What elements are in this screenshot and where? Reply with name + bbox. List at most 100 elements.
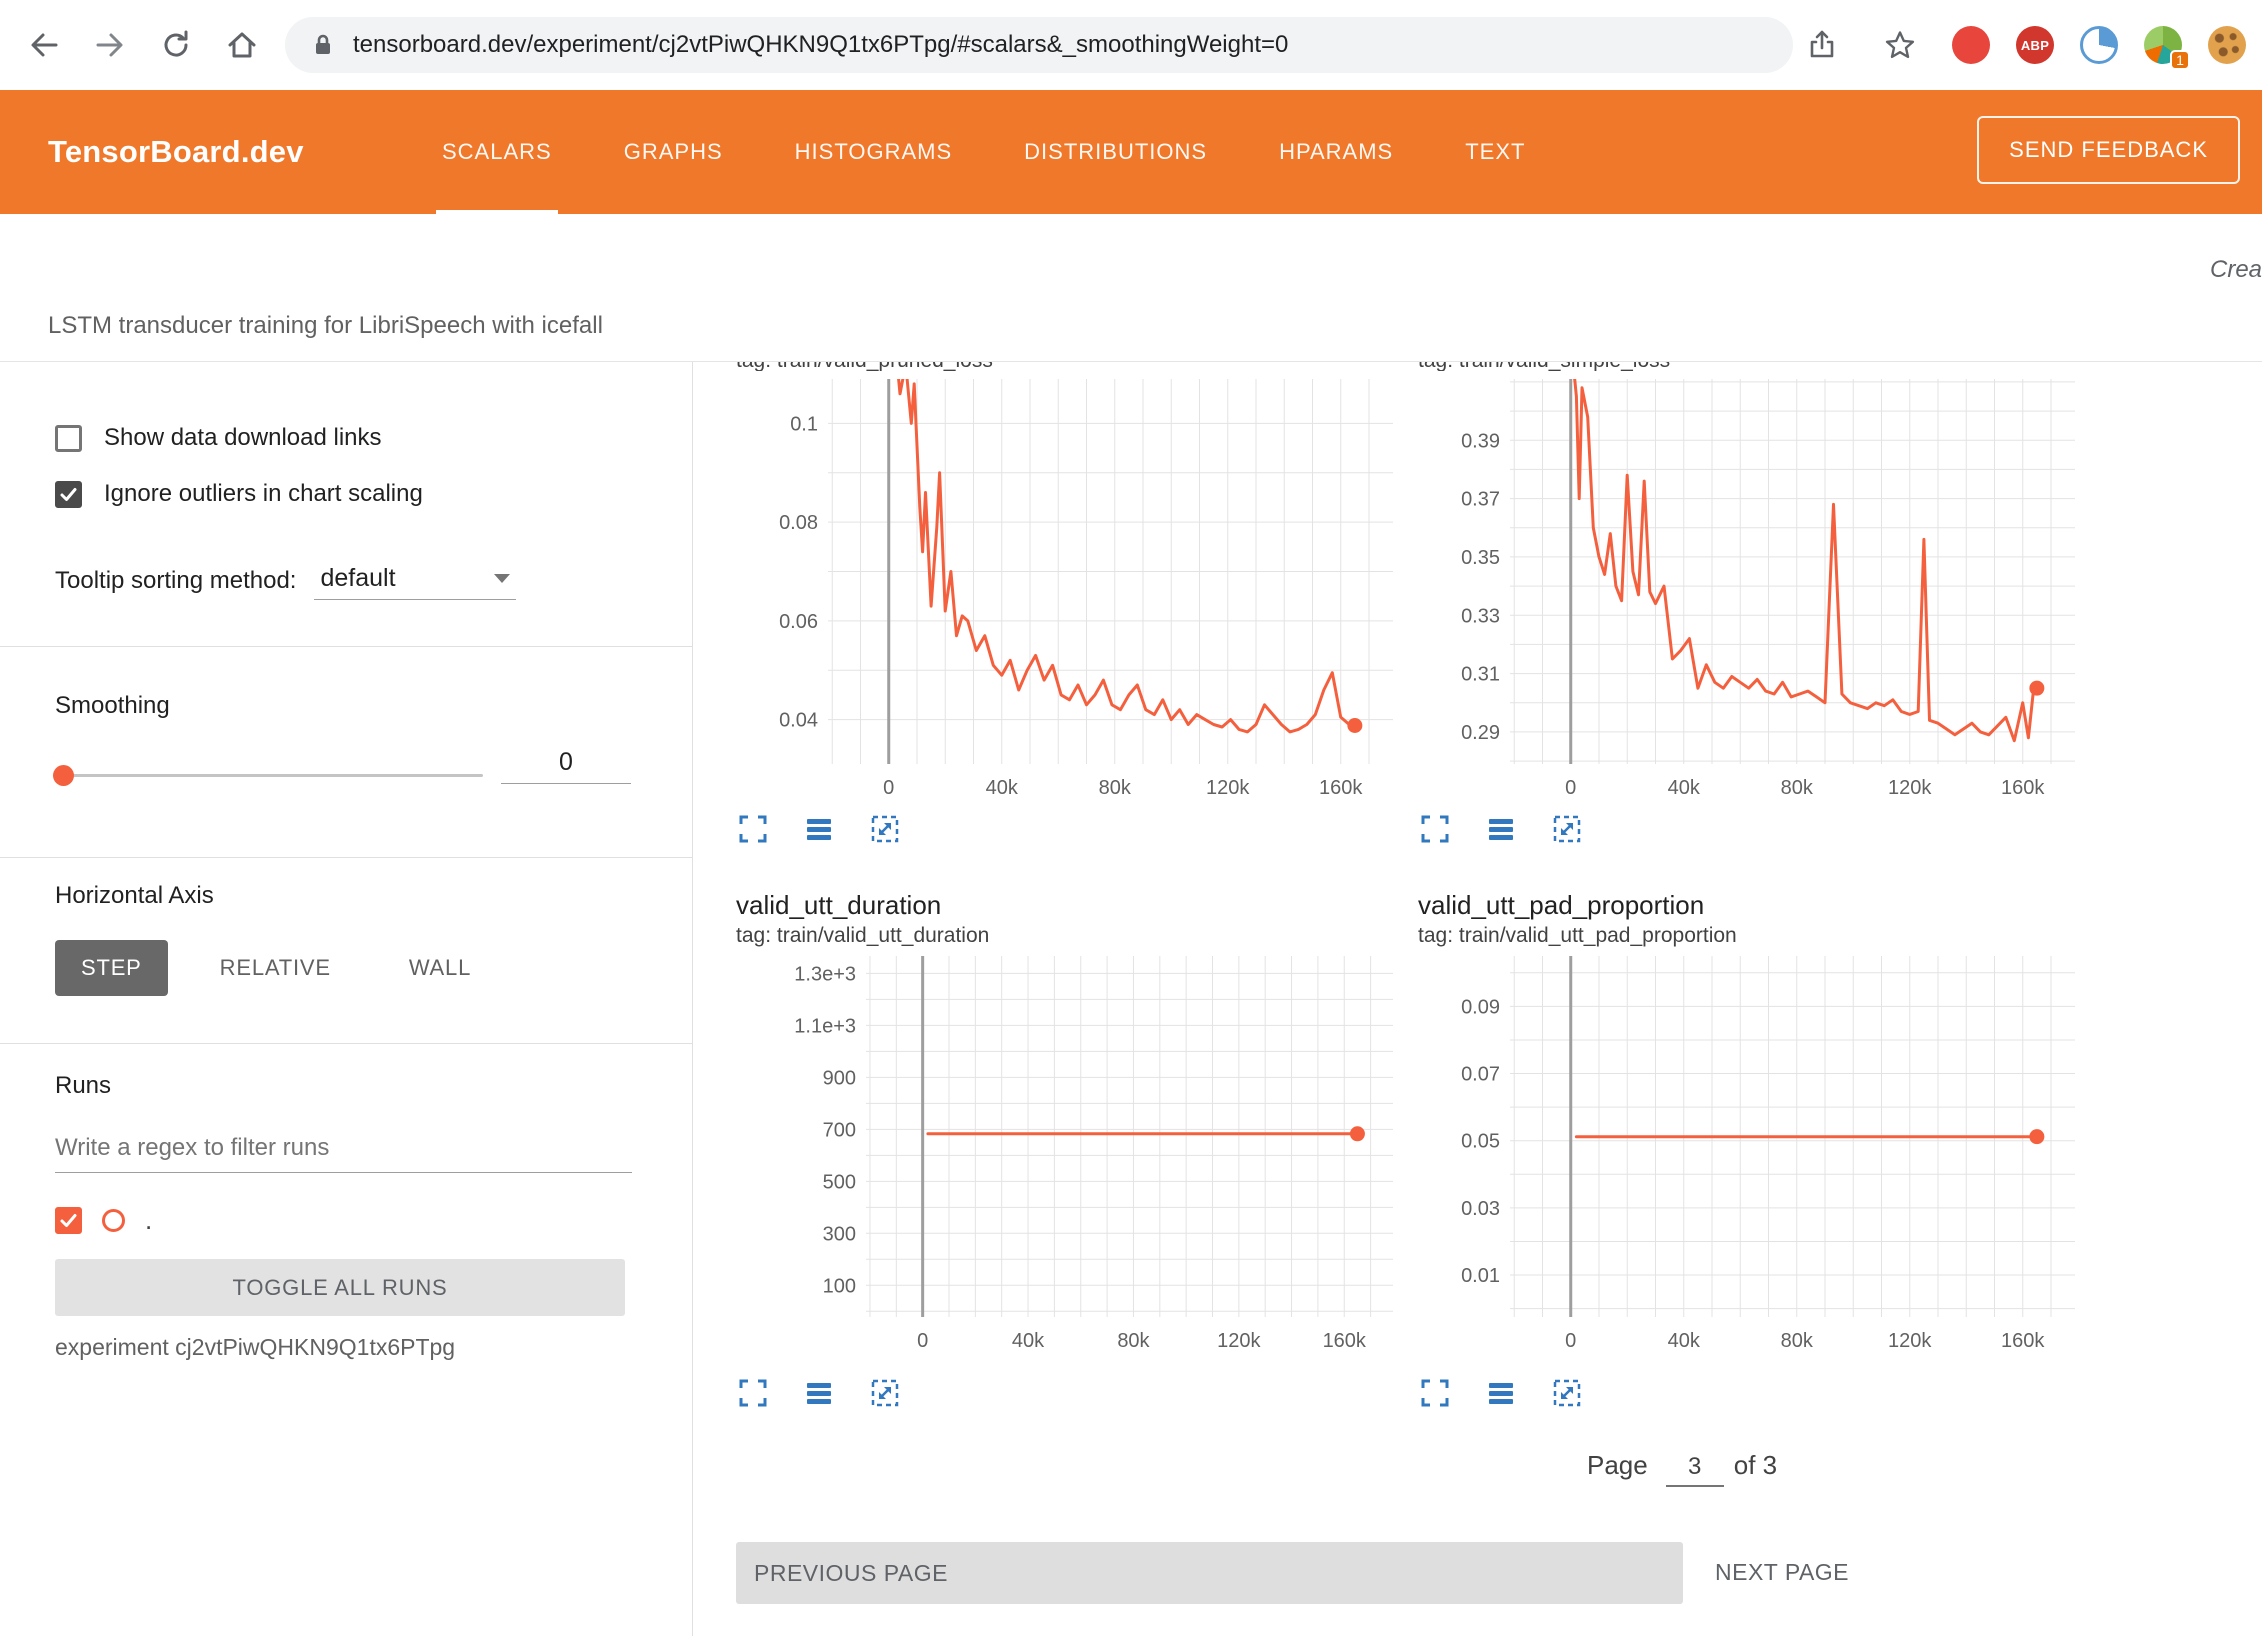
svg-text:40k: 40k [1668, 777, 1701, 799]
page-number-input[interactable] [1666, 1453, 1724, 1487]
lines-icon [1486, 814, 1516, 844]
axis-wall-button[interactable]: WALL [383, 940, 497, 996]
svg-text:0.29: 0.29 [1461, 722, 1500, 744]
svg-text:120k: 120k [1217, 1330, 1261, 1352]
scalar-chart[interactable]: 040k80k120k160k1003005007009001.1e+31.3e… [736, 956, 1397, 1355]
tab-histograms[interactable]: HISTOGRAMS [783, 90, 965, 214]
chart-card-valid-utt-duration: valid_utt_duration tag: train/valid_utt_… [736, 890, 1398, 1355]
abp-extension-icon[interactable]: ABP [2016, 26, 2054, 64]
scalar-chart[interactable]: 040k80k120k160k0.290.310.330.350.370.39 [1418, 379, 2079, 802]
ignore-outliers-checkbox[interactable] [55, 481, 82, 508]
forward-icon [93, 28, 127, 62]
reload-button[interactable] [150, 19, 202, 71]
cookie-extension-icon[interactable] [2208, 26, 2246, 64]
chart-data-button[interactable] [804, 1377, 836, 1409]
star-icon [1884, 29, 1916, 61]
fit-domain-button[interactable] [1552, 1377, 1584, 1409]
fit-domain-button[interactable] [870, 1377, 902, 1409]
tooltip-sorting-select[interactable]: default [314, 562, 516, 600]
back-button[interactable] [18, 19, 70, 71]
fit-domain-icon [1552, 1378, 1582, 1408]
show-download-links-label: Show data download links [104, 424, 382, 452]
previous-page-button[interactable]: PREVIOUS PAGE [736, 1542, 1683, 1604]
smoothing-value-input[interactable] [501, 748, 631, 784]
bookmark-button[interactable] [1874, 19, 1926, 71]
svg-text:0.04: 0.04 [779, 710, 818, 732]
divider [0, 857, 693, 858]
axis-relative-button[interactable]: RELATIVE [194, 940, 357, 996]
fit-domain-button[interactable] [1552, 813, 1584, 845]
smoothing-slider-thumb[interactable] [53, 765, 74, 786]
fit-domain-icon [870, 1378, 900, 1408]
svg-text:1.3e+3: 1.3e+3 [794, 963, 856, 985]
chart-data-button[interactable] [1486, 1377, 1518, 1409]
lines-icon [804, 1378, 834, 1408]
toggle-all-runs-button[interactable]: TOGGLE ALL RUNS [55, 1259, 625, 1316]
tab-distributions[interactable]: DISTRIBUTIONS [1012, 90, 1219, 214]
run-name: . [145, 1205, 152, 1236]
expand-icon [1420, 1378, 1450, 1408]
home-button[interactable] [216, 19, 268, 71]
check-icon [59, 1211, 78, 1230]
fit-domain-icon [870, 814, 900, 844]
smoothing-slider[interactable] [55, 774, 483, 777]
tooltip-sorting-row: Tooltip sorting method: default [55, 562, 516, 600]
chart-tag: tag: train/valid_pruned_loss [736, 362, 1398, 371]
toolbar-right: ABP 1 [1796, 0, 2246, 90]
share-button[interactable] [1796, 19, 1848, 71]
expand-chart-button[interactable] [1420, 1377, 1452, 1409]
chart-title: valid_utt_duration [736, 890, 1398, 920]
runs-regex-input[interactable] [55, 1134, 632, 1173]
tab-text[interactable]: TEXT [1453, 90, 1537, 214]
tooltip-sorting-label: Tooltip sorting method: [55, 567, 296, 595]
runs-label: Runs [55, 1072, 111, 1100]
svg-text:0.31: 0.31 [1461, 664, 1500, 686]
pie-extension-icon[interactable] [2080, 26, 2118, 64]
fit-domain-icon [1552, 814, 1582, 844]
experiment-title: LSTM transducer training for LibriSpeech… [48, 312, 603, 340]
tensorboard-logo[interactable]: TensorBoard.dev [48, 90, 304, 214]
show-download-links-checkbox[interactable] [55, 425, 82, 452]
run-color-swatch[interactable] [102, 1209, 125, 1232]
send-feedback-button[interactable]: SEND FEEDBACK [1977, 116, 2240, 184]
chart-toolbar [738, 1377, 902, 1409]
tab-scalars[interactable]: SCALARS [430, 90, 564, 214]
url-text: tensorboard.dev/experiment/cj2vtPiwQHKN9… [353, 31, 1288, 59]
url-bar[interactable]: tensorboard.dev/experiment/cj2vtPiwQHKN9… [285, 17, 1793, 73]
svg-text:0.08: 0.08 [779, 512, 818, 534]
subheader: Crea LSTM transducer training for LibriS… [0, 214, 2262, 361]
fit-domain-button[interactable] [870, 813, 902, 845]
run-checkbox[interactable] [55, 1207, 82, 1234]
chart-data-button[interactable] [1486, 813, 1518, 845]
svg-text:80k: 80k [1781, 1330, 1814, 1352]
svg-text:160k: 160k [1319, 777, 1363, 799]
ignore-outliers-row: Ignore outliers in chart scaling [55, 480, 423, 508]
browser-toolbar: tensorboard.dev/experiment/cj2vtPiwQHKN9… [0, 0, 2262, 91]
tab-hparams[interactable]: HPARAMS [1267, 90, 1405, 214]
chevron-down-icon [494, 574, 510, 583]
ignore-outliers-label: Ignore outliers in chart scaling [104, 480, 423, 508]
scalar-chart[interactable]: 040k80k120k160k0.040.060.080.1 [736, 379, 1397, 802]
adblock-extension-icon[interactable] [1952, 26, 1990, 64]
profile-avatar[interactable]: 1 [2144, 26, 2182, 64]
tooltip-sorting-value: default [320, 564, 468, 593]
svg-text:0: 0 [883, 777, 894, 799]
forward-button[interactable] [84, 19, 136, 71]
page-label: Page [1587, 1450, 1648, 1481]
svg-text:0.01: 0.01 [1461, 1265, 1500, 1287]
expand-chart-button[interactable] [1420, 813, 1452, 845]
expand-chart-button[interactable] [738, 813, 770, 845]
svg-text:120k: 120k [1888, 777, 1932, 799]
svg-text:160k: 160k [2001, 1330, 2045, 1352]
chart-data-button[interactable] [804, 813, 836, 845]
main-nav: SCALARS GRAPHS HISTOGRAMS DISTRIBUTIONS … [430, 90, 1537, 214]
scalar-chart[interactable]: 040k80k120k160k0.010.030.050.070.09 [1418, 956, 2079, 1355]
run-row: . [55, 1205, 152, 1236]
next-page-button[interactable]: NEXT PAGE [1709, 1558, 1855, 1587]
tab-graphs[interactable]: GRAPHS [612, 90, 735, 214]
expand-chart-button[interactable] [738, 1377, 770, 1409]
svg-text:160k: 160k [1323, 1330, 1367, 1352]
chart-title: valid_utt_pad_proportion [1418, 890, 2080, 920]
svg-text:100: 100 [823, 1275, 856, 1297]
axis-step-button[interactable]: STEP [55, 940, 168, 996]
